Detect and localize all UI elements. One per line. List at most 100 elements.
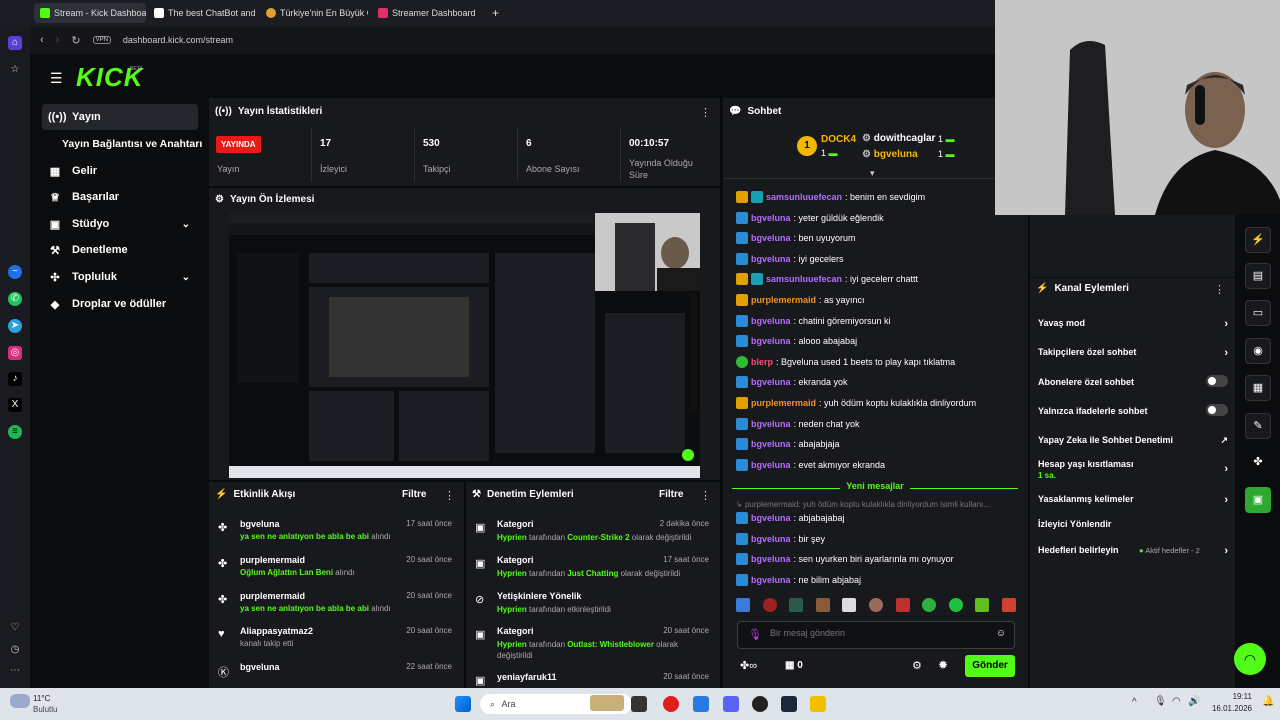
chat-input[interactable] xyxy=(770,628,990,638)
tab-kick-dashboard[interactable]: Stream - Kick Dashboard xyxy=(34,3,146,23)
more-icon[interactable]: ⋯ xyxy=(8,664,22,678)
chat-username[interactable]: purplemermaid xyxy=(751,295,816,305)
chat-username[interactable]: bgveluna xyxy=(751,316,791,326)
chat-username[interactable]: blerp xyxy=(751,357,773,367)
telegram-icon[interactable]: ➤ xyxy=(8,319,22,333)
whatsapp-icon[interactable]: ✆ xyxy=(8,292,22,306)
history-icon[interactable]: ◷ xyxy=(8,643,22,657)
chat-username[interactable]: bgveluna xyxy=(751,554,791,564)
tab-streamer-dashboard[interactable]: Streamer Dashboard xyxy=(372,3,484,23)
chat-username[interactable]: bgveluna xyxy=(751,439,791,449)
url-field[interactable]: dashboard.kick.com/stream xyxy=(123,35,233,45)
action-followers-only[interactable]: Takipçilere özel sohbet › xyxy=(1038,347,1228,359)
subs-only-toggle[interactable] xyxy=(1206,375,1228,387)
chat-username[interactable]: samsunluuefecan xyxy=(766,192,842,202)
steam-icon[interactable] xyxy=(781,696,797,712)
start-icon[interactable] xyxy=(455,696,471,712)
notification-icon[interactable]: 🔔 xyxy=(1262,696,1274,707)
action-subs-only[interactable]: Abonelere özel sohbet xyxy=(1038,375,1228,387)
quick-actions-icon[interactable]: ⚡ xyxy=(1245,227,1271,253)
activity-user[interactable]: bgveluna xyxy=(240,519,280,529)
action-account-age[interactable]: Hesap yaşı kısıtlaması › 1 sa. xyxy=(1038,459,1228,480)
sidebar-item-gelir[interactable]: ▦ Gelir xyxy=(42,158,198,184)
mod-user[interactable]: Hyprien xyxy=(497,605,527,614)
chat-username[interactable]: samsunluuefecan xyxy=(766,274,842,284)
action-ai-moderation[interactable]: Yapay Zeka ile Sohbet Denetimi ↗ xyxy=(1038,435,1228,445)
task-view-icon[interactable] xyxy=(631,696,647,712)
emote-icon[interactable] xyxy=(1001,598,1016,612)
action-banned-words[interactable]: Yasaklanmış kelimeler › xyxy=(1038,494,1228,506)
stats-more-icon[interactable]: ⋮ xyxy=(700,106,711,119)
chat-username[interactable]: bgveluna xyxy=(751,254,791,264)
chat-username[interactable]: bgveluna xyxy=(751,213,791,223)
chat-username[interactable]: bgveluna xyxy=(751,419,791,429)
clip-icon[interactable]: ▣ xyxy=(1245,487,1271,513)
emote-icon[interactable] xyxy=(736,598,750,612)
chat-username[interactable]: purplemermaid xyxy=(751,398,816,408)
home-icon[interactable]: ⌂ xyxy=(8,36,22,50)
activity-more-icon[interactable]: ⋮ xyxy=(444,489,455,502)
new-tab-button[interactable]: + xyxy=(486,3,502,23)
emote-icon[interactable] xyxy=(868,598,883,612)
emote-icon[interactable] xyxy=(922,598,937,612)
sidebar-item-stream-key[interactable]: Yayın Bağlantısı ve Anahtarı xyxy=(56,131,216,157)
tiktok-icon[interactable]: ♪ xyxy=(8,372,22,386)
wifi-icon[interactable]: ◠ xyxy=(1172,696,1181,707)
notes-icon[interactable]: ▤ xyxy=(1245,263,1271,289)
chat-username[interactable]: bgveluna xyxy=(751,377,791,387)
messenger-icon[interactable]: ~ xyxy=(8,265,22,279)
emote-icon[interactable] xyxy=(842,598,857,612)
leader-name[interactable]: dowithcaglar xyxy=(874,133,936,144)
channel-actions-more-icon[interactable]: ⋮ xyxy=(1214,283,1225,296)
drops-icon[interactable]: ✤ xyxy=(1245,450,1271,476)
chat-username[interactable]: bgveluna xyxy=(751,575,791,585)
spotify-icon[interactable]: ≡ xyxy=(8,425,22,439)
sidebar-item-basarilar[interactable]: ♕ Başarılar xyxy=(42,184,198,210)
emote-icon[interactable] xyxy=(789,598,804,612)
activity-user[interactable]: purplemermaid xyxy=(240,555,305,565)
action-raid[interactable]: İzleyici Yönlendir xyxy=(1038,519,1228,529)
mod-user[interactable]: Hyprien xyxy=(497,569,527,578)
activity-user[interactable]: Aliappasyatmaz2 xyxy=(240,626,313,636)
emoji-icon[interactable]: ☺ xyxy=(996,628,1006,639)
opera-taskbar-icon[interactable] xyxy=(663,696,679,712)
chat-username[interactable]: bgveluna xyxy=(751,460,791,470)
emote-icon[interactable] xyxy=(895,598,910,612)
action-emotes-only[interactable]: Yalnızca ifadelerle sohbet xyxy=(1038,404,1228,416)
forward-icon[interactable]: › xyxy=(56,34,60,46)
heart-icon[interactable]: ♡ xyxy=(8,621,22,635)
emote-icon[interactable] xyxy=(948,598,963,612)
clock-time[interactable]: 19:11 xyxy=(1222,692,1252,701)
chat-icon[interactable]: ▭ xyxy=(1245,300,1271,326)
moderation-filter-button[interactable]: Filtre xyxy=(659,489,683,500)
clock-date[interactable]: 16.01.2026 xyxy=(1206,704,1252,713)
chat-username[interactable]: bgveluna xyxy=(751,233,791,243)
volume-icon[interactable]: 🔊 xyxy=(1188,696,1200,707)
chat-input-box[interactable]: 🎙 ☺ xyxy=(737,621,1015,649)
mod-user[interactable]: Hyprien xyxy=(497,640,527,649)
broadcast-icon[interactable]: ◉ xyxy=(1245,338,1271,364)
discord-icon[interactable] xyxy=(723,696,739,712)
leader-name[interactable]: DOCK4 xyxy=(821,134,856,145)
sidebar-item-denetleme[interactable]: ⚒ Denetleme xyxy=(42,237,198,263)
sidebar-item-droplar[interactable]: ◆ Droplar ve ödüller xyxy=(42,291,198,317)
folder-icon[interactable] xyxy=(810,696,826,712)
drops-icon[interactable]: ✤ xyxy=(740,660,749,672)
send-button[interactable]: Gönder xyxy=(965,655,1015,677)
support-icon[interactable]: ◠ xyxy=(1234,643,1266,675)
mic-icon[interactable]: 🎙 xyxy=(748,628,762,641)
sidebar-item-yayin[interactable]: ((•)) Yayın xyxy=(42,104,198,130)
emote-icon[interactable] xyxy=(762,598,777,612)
star-icon[interactable]: ☆ xyxy=(8,63,22,77)
chat-username[interactable]: bgveluna xyxy=(751,534,791,544)
sidebar-item-studyo[interactable]: ▣ Stüdyo ⌄ xyxy=(42,211,198,237)
store-icon[interactable]: ▦ xyxy=(785,660,797,671)
obs-icon[interactable] xyxy=(752,696,768,712)
emote-icon[interactable] xyxy=(815,598,830,612)
wrench-icon[interactable]: ✎ xyxy=(1245,413,1271,439)
back-icon[interactable]: ‹ xyxy=(40,34,44,46)
tab-chatbot[interactable]: The best ChatBot and Wid xyxy=(148,3,256,23)
chat-username[interactable]: bgveluna xyxy=(751,336,791,346)
x-icon[interactable]: X xyxy=(8,398,22,412)
activity-user[interactable]: bgveluna xyxy=(240,662,280,672)
